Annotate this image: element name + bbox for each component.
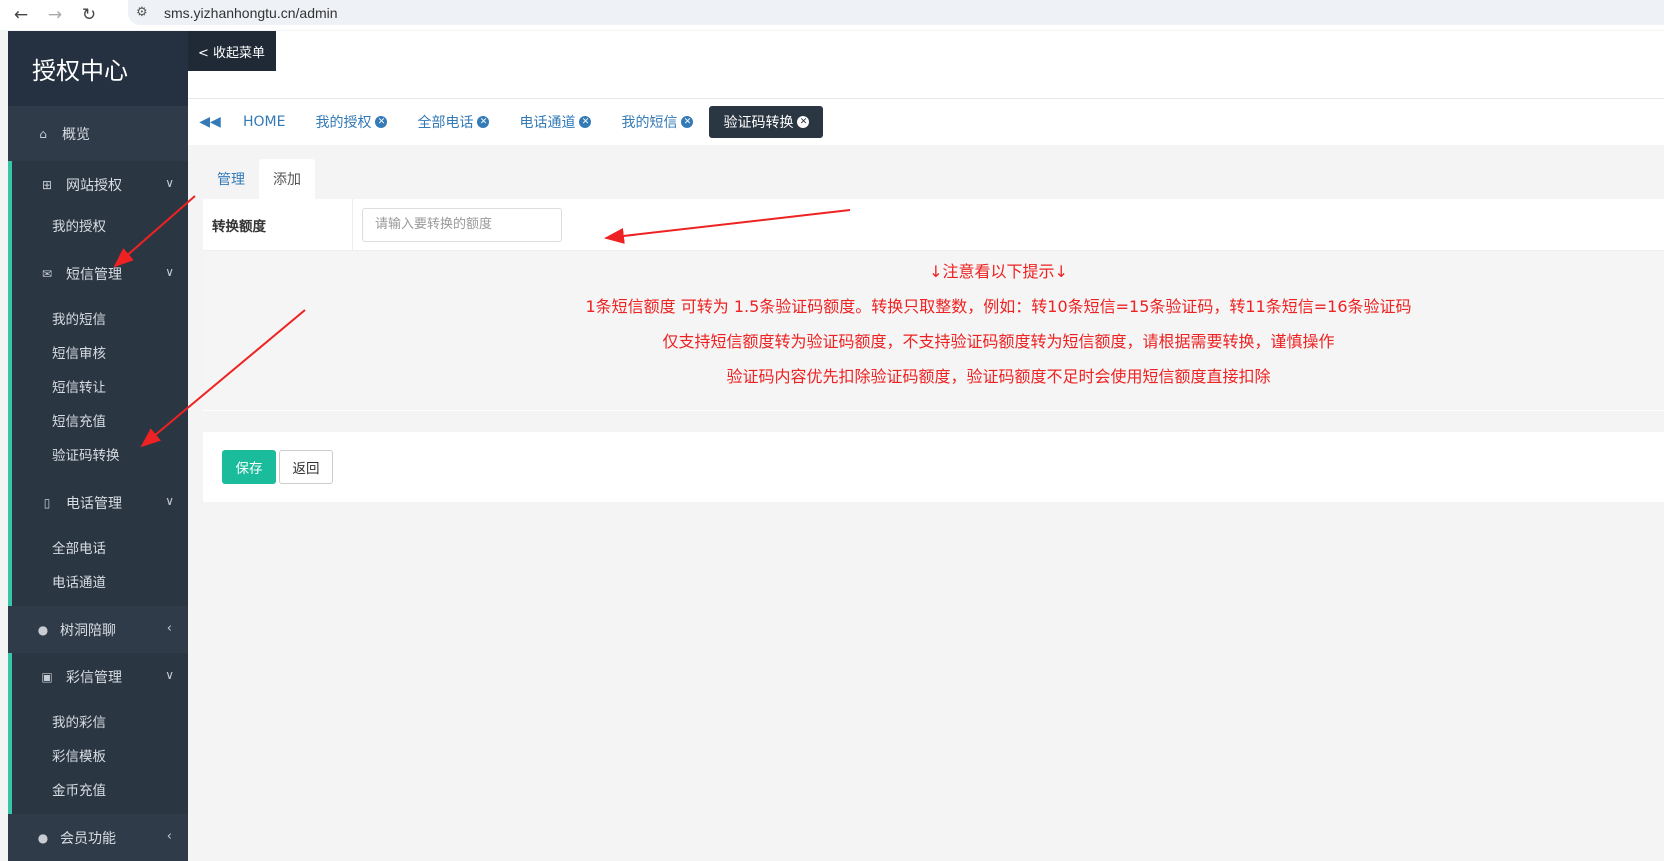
sidebar-subitem-my-mms[interactable]: 我的彩信 xyxy=(12,704,188,738)
close-circle-icon[interactable]: ✕ xyxy=(681,116,694,128)
sidebar-subitem-mms-template[interactable]: 彩信模板 xyxy=(12,738,188,772)
chevron-down-icon: ∨ xyxy=(165,176,174,190)
forward-arrow-icon[interactable]: → xyxy=(42,2,68,28)
sidebar-item-label: 短信管理 xyxy=(66,266,122,283)
subtab-manage[interactable]: 管理 xyxy=(203,159,259,199)
sidebar-item-mms-management[interactable]: ▣ 彩信管理 ∨ xyxy=(12,653,188,700)
sidebar-subitem-all-phones[interactable]: 全部电话 xyxy=(12,530,188,564)
top-header xyxy=(188,31,1664,99)
page-tab-bar: ◀◀ HOME 我的授权 ✕ 全部电话 ✕ 电话通道 ✕ 我的短信 ✕ 验证码转… xyxy=(188,99,1664,145)
tab-label: 电话通道 xyxy=(519,115,576,131)
home-icon: ⌂ xyxy=(39,126,47,141)
amount-input[interactable] xyxy=(362,207,562,242)
form-row-amount: 转换额度 xyxy=(203,198,1664,251)
mobile-icon: ▯ xyxy=(43,495,51,510)
chevron-down-icon: ∨ xyxy=(165,494,174,508)
sidebar-group-site-auth: ⊞ 网站授权 ∨ 我的授权 ✉ 短信管理 ∨ 我的短信 短信审核 短信转让 短信… xyxy=(8,161,188,606)
sidebar-subitem-my-auth[interactable]: 我的授权 xyxy=(12,208,188,242)
close-circle-icon[interactable]: ✕ xyxy=(375,116,388,128)
sidebar-item-label: 树洞陪聊 xyxy=(60,622,116,639)
close-circle-icon[interactable]: ✕ xyxy=(477,116,490,128)
tab-label: 我的短信 xyxy=(621,115,678,131)
tab-label: 全部电话 xyxy=(417,115,474,131)
action-panel: 保存 返回 xyxy=(203,432,1664,502)
sidebar-group-mms: ▣ 彩信管理 ∨ 我的彩信 彩信模板 金币充值 xyxy=(8,653,188,814)
sidebar-subitem-sms-transfer[interactable]: 短信转让 xyxy=(12,369,188,403)
wechat-icon: ● xyxy=(37,622,49,637)
sidebar-subitem-my-sms[interactable]: 我的短信 xyxy=(12,301,188,335)
tab-code-conversion[interactable]: 验证码转换 ✕ xyxy=(709,106,824,138)
back-arrow-icon[interactable]: ← xyxy=(8,2,34,28)
tab-phone-channel[interactable]: 电话通道 ✕ xyxy=(505,106,605,138)
chevron-down-icon: ∨ xyxy=(165,265,174,279)
sidebar-subitem-coin-recharge[interactable]: 金币充值 xyxy=(12,772,188,806)
sidebar-item-label: 网站授权 xyxy=(66,177,122,194)
sidebar-item-phone-management[interactable]: ▯ 电话管理 ∨ xyxy=(12,479,188,526)
app-logo[interactable]: 授权中心 xyxy=(8,31,188,106)
envelope-icon: ✉ xyxy=(41,266,53,281)
collapse-menu-button[interactable]: < 收起菜单 xyxy=(188,31,276,71)
save-button[interactable]: 保存 xyxy=(222,450,276,484)
sidebar-item-member[interactable]: ● 会员功能 ‹ xyxy=(8,814,188,861)
sidebar-subitem-sms-review[interactable]: 短信审核 xyxy=(12,335,188,369)
notice-title: ↓注意看以下提示↓ xyxy=(929,262,1068,281)
tab-label: 验证码转换 xyxy=(723,115,794,131)
sidebar-subitem-code-conversion[interactable]: 验证码转换 xyxy=(12,437,188,471)
sidebar-item-label: 彩信管理 xyxy=(66,669,122,686)
tab-label: HOME xyxy=(243,114,286,130)
chevron-down-icon: ∨ xyxy=(165,668,174,682)
back-button[interactable]: 返回 xyxy=(279,450,333,484)
sidebar-item-label: 概览 xyxy=(62,126,90,143)
tab-my-auth[interactable]: 我的授权 ✕ xyxy=(301,106,401,138)
form-panel: 转换额度 ↓注意看以下提示↓ 1条短信额度 可转为 1.5条验证码额度。转换只取… xyxy=(203,198,1664,411)
user-icon: ● xyxy=(37,830,49,845)
tab-label: 我的授权 xyxy=(315,115,372,131)
sidebar-item-label: 电话管理 xyxy=(66,495,122,512)
close-circle-icon[interactable]: ✕ xyxy=(797,116,810,128)
sitemap-icon: ⊞ xyxy=(41,177,53,192)
address-bar[interactable]: ⚙ sms.yizhanhongtu.cn/admin xyxy=(128,0,1664,25)
notice-line: 1条短信额度 可转为 1.5条验证码额度。转换只取整数，例如：转10条短信=15… xyxy=(585,297,1412,316)
sidebar: 授权中心 ⌂ 概览 ⊞ 网站授权 ∨ 我的授权 ✉ 短信管理 ∨ 我的短信 短信… xyxy=(8,31,188,861)
sidebar-item-sms-management[interactable]: ✉ 短信管理 ∨ xyxy=(12,250,188,297)
amount-label: 转换额度 xyxy=(203,198,353,251)
tab-all-phones[interactable]: 全部电话 ✕ xyxy=(403,106,503,138)
browser-toolbar: ← → ↻ ⚙ sms.yizhanhongtu.cn/admin xyxy=(0,0,1664,30)
notice-line: 验证码内容优先扣除验证码额度，验证码额度不足时会使用短信额度直接扣除 xyxy=(726,367,1271,386)
chevron-left-icon: ‹ xyxy=(166,829,172,844)
reload-icon[interactable]: ↻ xyxy=(76,2,102,28)
subtab-add[interactable]: 添加 xyxy=(259,159,315,199)
site-info-icon[interactable]: ⚙ xyxy=(136,5,154,20)
sidebar-subitem-phone-channel[interactable]: 电话通道 xyxy=(12,564,188,598)
close-circle-icon[interactable]: ✕ xyxy=(579,116,592,128)
sidebar-item-overview[interactable]: ⌂ 概览 xyxy=(8,106,188,161)
double-chevron-left-icon[interactable]: ◀◀ xyxy=(191,114,229,130)
sidebar-item-chat[interactable]: ● 树洞陪聊 ‹ xyxy=(8,606,188,653)
sim-card-icon: ▣ xyxy=(41,669,53,684)
sub-tabs: 管理 添加 xyxy=(203,159,315,199)
sidebar-item-site-auth[interactable]: ⊞ 网站授权 ∨ xyxy=(12,161,188,208)
tab-home[interactable]: HOME xyxy=(229,106,299,138)
url-text[interactable]: sms.yizhanhongtu.cn/admin xyxy=(164,5,338,21)
notice-box: ↓注意看以下提示↓ 1条短信额度 可转为 1.5条验证码额度。转换只取整数，例如… xyxy=(203,251,1664,410)
sidebar-item-label: 会员功能 xyxy=(60,830,116,847)
chevron-left-icon: ‹ xyxy=(166,621,172,636)
notice-line: 仅支持短信额度转为验证码额度，不支持验证码额度转为短信额度，请根据需要转换，谨慎… xyxy=(662,332,1335,351)
sidebar-subitem-sms-recharge[interactable]: 短信充值 xyxy=(12,403,188,437)
tab-my-sms[interactable]: 我的短信 ✕ xyxy=(607,106,707,138)
